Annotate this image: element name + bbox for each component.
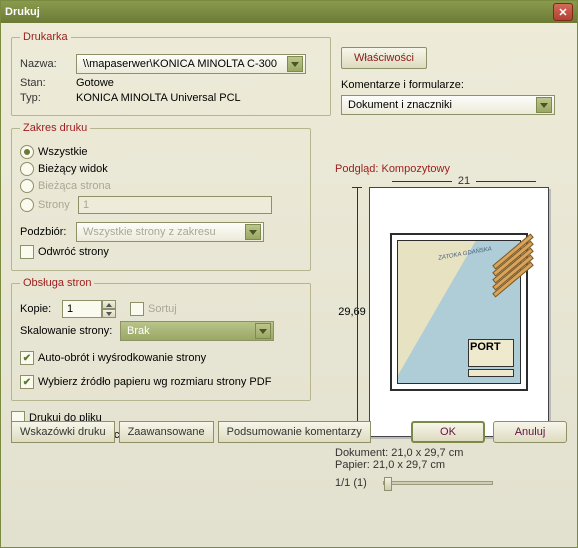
comment-summary-button[interactable]: Podsumowanie komentarzy (218, 421, 371, 443)
scaling-combo[interactable]: Brak (120, 321, 274, 341)
chevron-down-icon (245, 224, 261, 240)
scaling-label: Skalowanie strony: (20, 325, 120, 337)
checkbox-icon[interactable] (20, 351, 34, 365)
range-view[interactable]: Bieżący widok (20, 162, 302, 176)
copies-spinner[interactable]: 1 (62, 300, 116, 318)
subset-value: Wszystkie strony z zakresu (83, 226, 245, 238)
ok-button[interactable]: OK (411, 421, 485, 443)
reverse-check[interactable]: Odwróć strony (20, 245, 302, 259)
printer-group: Drukarka Nazwa: \\mapaserwer\KONICA MINO… (11, 31, 331, 116)
range-all[interactable]: Wszystkie (20, 145, 302, 159)
radio-icon[interactable] (20, 162, 34, 176)
preview-page: ZATOKA GDAŃSKA PORT (369, 187, 549, 437)
chart-legend-box: PORT (468, 339, 514, 367)
chevron-down-icon[interactable] (287, 56, 303, 72)
spin-up-icon[interactable] (102, 300, 116, 309)
checkbox-icon[interactable] (20, 245, 34, 259)
scaling-value: Brak (127, 325, 255, 337)
printer-state-label: Stan: (20, 77, 76, 89)
comments-value: Dokument i znaczniki (348, 99, 536, 111)
radio-icon (20, 198, 34, 212)
radio-icon[interactable] (20, 145, 34, 159)
radio-icon (20, 179, 34, 193)
preview-chart: ZATOKA GDAŃSKA PORT (390, 233, 528, 391)
preview-title: Podgląd: Kompozytowy (335, 163, 559, 175)
window-title: Drukuj (5, 6, 553, 18)
auto-rotate-check[interactable]: Auto-obrót i wyśrodkowanie strony (20, 351, 302, 365)
copies-value[interactable]: 1 (62, 300, 102, 318)
slider-thumb-icon[interactable] (384, 477, 392, 491)
pages-group: Obsługa stron Kopie: 1 Sortuj Skalowanie… (11, 277, 311, 401)
copies-label: Kopie: (20, 303, 62, 315)
printer-type-label: Typ: (20, 92, 76, 104)
comments-combo[interactable]: Dokument i znaczniki (341, 95, 555, 115)
titlebar: Drukuj ✕ (1, 1, 577, 23)
paper-size-label: Papier: 21,0 x 29,7 cm (335, 459, 559, 471)
printing-tips-button[interactable]: Wskazówki druku (11, 421, 115, 443)
chevron-down-icon[interactable] (255, 323, 271, 339)
printer-state-value: Gotowe (76, 77, 114, 89)
range-legend: Zakres druku (20, 122, 90, 134)
chevron-down-icon[interactable] (536, 97, 552, 113)
paper-source-check[interactable]: Wybierz źródło papieru wg rozmiaru stron… (20, 375, 302, 389)
advanced-button[interactable]: Zaawansowane (119, 421, 214, 443)
doc-size-label: Dokument: 21,0 x 29,7 cm (335, 447, 559, 459)
printer-type-value: KONICA MINOLTA Universal PCL (76, 92, 241, 104)
checkbox-icon[interactable] (20, 375, 34, 389)
printer-name-label: Nazwa: (20, 58, 76, 70)
range-current-page: Bieżąca strona (20, 179, 302, 193)
chart-sea-label: ZATOKA GDAŃSKA (438, 246, 492, 261)
subset-combo: Wszystkie strony z zakresu (76, 222, 264, 242)
range-group: Zakres druku Wszystkie Bieżący widok Bie… (11, 122, 311, 271)
printer-name-value: \\mapaserwer\KONICA MINOLTA C-300 (83, 58, 287, 70)
chart-docks (488, 247, 522, 297)
zoom-slider[interactable] (383, 481, 493, 485)
subset-label: Podzbiór: (20, 226, 76, 238)
comments-label: Komentarze i formularze: (341, 79, 567, 91)
range-pages: Strony 1 (20, 196, 302, 214)
printer-name-combo[interactable]: \\mapaserwer\KONICA MINOLTA C-300 (76, 54, 306, 74)
ruler-horizontal: 21 (369, 175, 559, 187)
properties-button[interactable]: Właściwości (341, 47, 427, 69)
chart-scale-box (468, 369, 514, 377)
page-indicator: 1/1 (1) (335, 477, 367, 489)
pages-input: 1 (78, 196, 272, 214)
cancel-button[interactable]: Anuluj (493, 421, 567, 443)
printer-legend: Drukarka (20, 31, 71, 43)
collate-label: Sortuj (148, 303, 177, 315)
close-button[interactable]: ✕ (553, 3, 573, 21)
checkbox-icon (130, 302, 144, 316)
ruler-vertical: 29,69 (335, 187, 369, 437)
pages-legend: Obsługa stron (20, 277, 94, 289)
spin-down-icon[interactable] (102, 309, 116, 318)
